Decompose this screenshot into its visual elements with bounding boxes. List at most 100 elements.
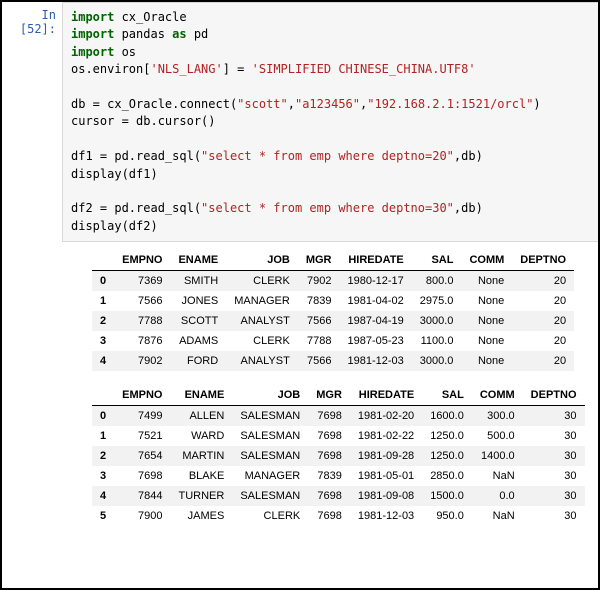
column-header: MGR <box>298 250 340 271</box>
code-token: pandas <box>114 27 172 41</box>
row-index: 1 <box>92 426 114 446</box>
table-cell: 1981-04-02 <box>340 291 412 311</box>
column-header: EMPNO <box>114 385 170 406</box>
table-cell: NaN <box>472 506 523 526</box>
table-cell: 7788 <box>114 311 170 331</box>
code-token: pd <box>187 27 209 41</box>
code-token: 'SIMPLIFIED CHINESE_CHINA.UTF8' <box>252 62 476 76</box>
code-token: 'NLS_LANG' <box>150 62 222 76</box>
table-cell: 7698 <box>308 406 350 427</box>
table-cell: 0.0 <box>472 486 523 506</box>
table-cell: 7876 <box>114 331 170 351</box>
table-cell: 20 <box>512 311 574 331</box>
table-cell: NaN <box>472 466 523 486</box>
table-cell: 30 <box>523 406 585 427</box>
table-cell: 1400.0 <box>472 446 523 466</box>
table-cell: None <box>461 331 512 351</box>
table-cell: 7844 <box>114 486 170 506</box>
table-row: 17566JONESMANAGER78391981-04-022975.0Non… <box>92 291 574 311</box>
table-cell: CLERK <box>232 506 308 526</box>
table-cell: 30 <box>523 486 585 506</box>
table-cell: 7839 <box>298 291 340 311</box>
table-cell: 7788 <box>298 331 340 351</box>
table-cell: JAMES <box>170 506 232 526</box>
column-header: ENAME <box>170 385 232 406</box>
table-cell: 20 <box>512 331 574 351</box>
table-row: 37698BLAKEMANAGER78391981-05-012850.0NaN… <box>92 466 585 486</box>
column-header: SAL <box>412 250 462 271</box>
code-token: ,db) <box>454 201 483 215</box>
table-cell: 7698 <box>308 446 350 466</box>
table-row: 37876ADAMSCLERK77881987-05-231100.0None2… <box>92 331 574 351</box>
table-cell: 20 <box>512 291 574 311</box>
table-cell: None <box>461 291 512 311</box>
table-cell: 30 <box>523 466 585 486</box>
table-row: 27654MARTINSALESMAN76981981-09-281250.01… <box>92 446 585 466</box>
table-cell: ADAMS <box>170 331 226 351</box>
column-header: DEPTNO <box>523 385 585 406</box>
table-cell: 1981-05-01 <box>350 466 422 486</box>
row-index: 4 <box>92 351 114 371</box>
column-header: SAL <box>422 385 472 406</box>
table-cell: None <box>461 351 512 371</box>
table-cell: 2975.0 <box>412 291 462 311</box>
table-cell: MARTIN <box>170 446 232 466</box>
row-index: 3 <box>92 331 114 351</box>
code-token: "scott" <box>237 97 288 111</box>
code-token: ) <box>533 97 540 111</box>
table-cell: ANALYST <box>226 311 298 331</box>
table-cell: 1980-12-17 <box>340 271 412 292</box>
code-token: import <box>71 10 114 24</box>
table-cell: 3000.0 <box>412 351 462 371</box>
table-cell: 7654 <box>114 446 170 466</box>
table-cell: 7902 <box>114 351 170 371</box>
code-token: display(df1) <box>71 167 158 181</box>
code-token: as <box>172 27 186 41</box>
column-header: ENAME <box>170 250 226 271</box>
table-cell: 20 <box>512 351 574 371</box>
row-index: 5 <box>92 506 114 526</box>
row-index: 4 <box>92 486 114 506</box>
code-token: ] = <box>223 62 252 76</box>
table-cell: 7566 <box>298 311 340 331</box>
table-cell: SALESMAN <box>232 406 308 427</box>
table-cell: 7369 <box>114 271 170 292</box>
table-cell: 950.0 <box>422 506 472 526</box>
code-token: df2 = pd.read_sql( <box>71 201 201 215</box>
table-cell: TURNER <box>170 486 232 506</box>
code-input[interactable]: import cx_Oracle import pandas as pd imp… <box>62 2 598 242</box>
table-cell: 7499 <box>114 406 170 427</box>
code-token: df1 = pd.read_sql( <box>71 149 201 163</box>
code-token: cx_Oracle <box>114 10 186 24</box>
table-cell: None <box>461 311 512 331</box>
table-cell: 1987-04-19 <box>340 311 412 331</box>
table-cell: 30 <box>523 446 585 466</box>
table-cell: 500.0 <box>472 426 523 446</box>
code-token: db = cx_Oracle.connect( <box>71 97 237 111</box>
table-cell: ANALYST <box>226 351 298 371</box>
code-token: "select * from emp where deptno=20" <box>201 149 454 163</box>
table-cell: 1981-02-22 <box>350 426 422 446</box>
table-cell: MANAGER <box>232 466 308 486</box>
table-cell: 7698 <box>114 466 170 486</box>
table-cell: SALESMAN <box>232 446 308 466</box>
code-token: "select * from emp where deptno=30" <box>201 201 454 215</box>
table-cell: MANAGER <box>226 291 298 311</box>
table-row: 47902FORDANALYST75661981-12-033000.0None… <box>92 351 574 371</box>
code-token: ,db) <box>454 149 483 163</box>
table-cell: 1100.0 <box>412 331 462 351</box>
table-cell: 7566 <box>114 291 170 311</box>
column-header: JOB <box>226 250 298 271</box>
row-index: 2 <box>92 446 114 466</box>
index-header <box>92 250 114 271</box>
table-row: 07369SMITHCLERK79021980-12-17800.0None20 <box>92 271 574 292</box>
table-row: 27788SCOTTANALYST75661987-04-193000.0Non… <box>92 311 574 331</box>
table-cell: FORD <box>170 351 226 371</box>
row-index: 2 <box>92 311 114 331</box>
table-cell: 7566 <box>298 351 340 371</box>
code-token: "192.168.2.1:1521/orcl" <box>367 97 533 111</box>
cell-prompt: In [52]: <box>2 2 62 36</box>
table-cell: 7839 <box>308 466 350 486</box>
table-row: 57900JAMESCLERK76981981-12-03950.0NaN30 <box>92 506 585 526</box>
notebook-page: In [52]: import cx_Oracle import pandas … <box>0 0 600 590</box>
